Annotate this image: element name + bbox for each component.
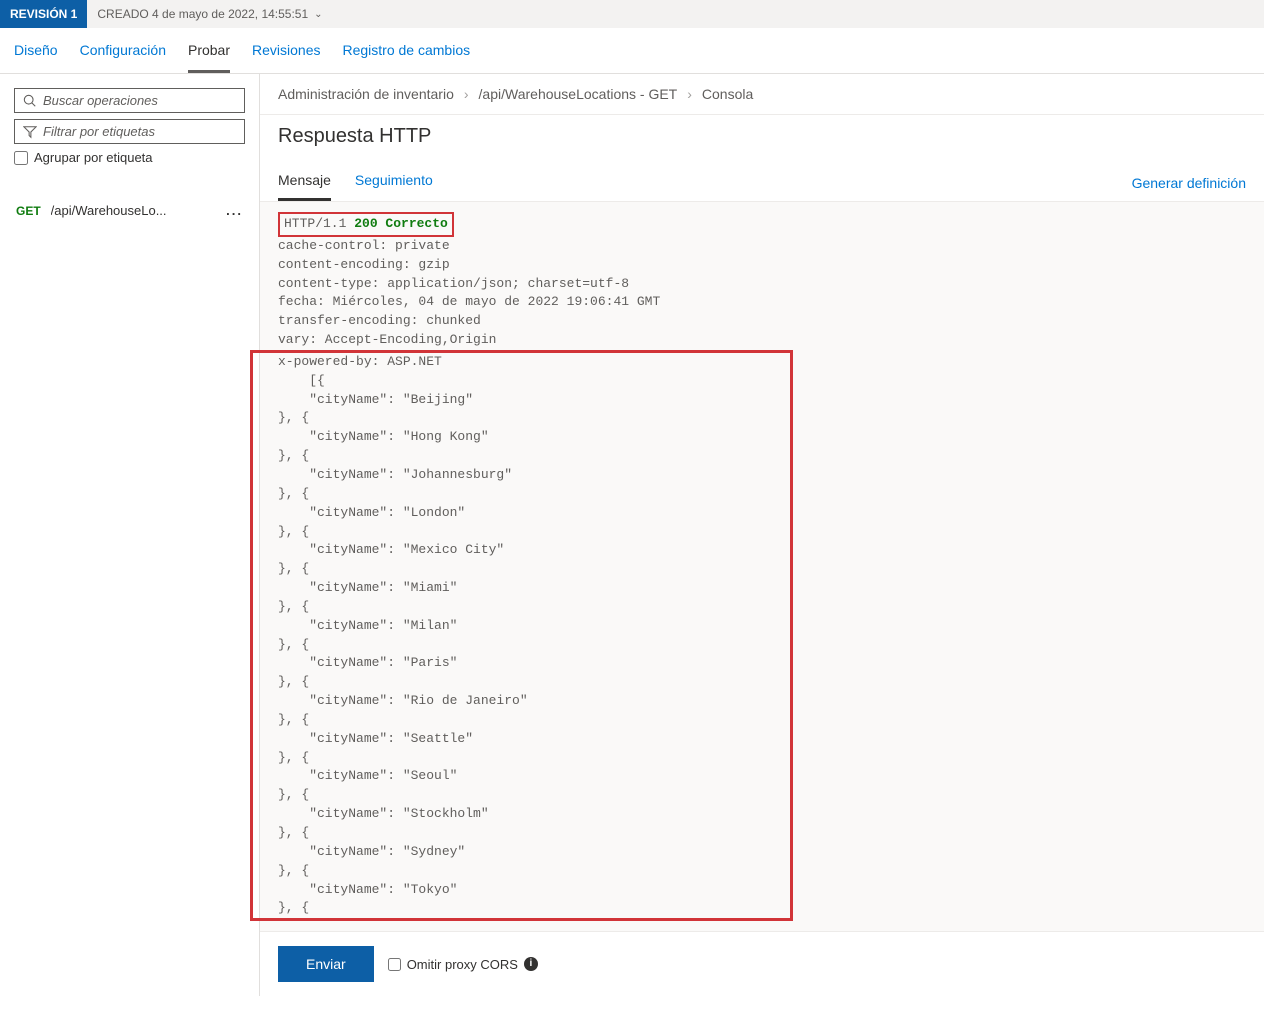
operation-method: GET [16, 204, 41, 218]
main-tabs: Diseño Configuración Probar Revisiones R… [0, 28, 1264, 74]
subtab-message[interactable]: Mensaje [278, 162, 331, 201]
cors-label: Omitir proxy CORS [407, 957, 518, 972]
breadcrumb-separator: › [464, 86, 469, 102]
send-button[interactable]: Enviar [278, 946, 374, 982]
sidebar: Buscar operaciones Filtrar por etiquetas… [0, 74, 260, 996]
revision-badge[interactable]: REVISIÓN 1 [0, 0, 87, 28]
group-by-tag-row[interactable]: Agrupar por etiqueta [14, 150, 245, 165]
breadcrumb-leaf: Consola [702, 86, 753, 102]
response-area: HTTP/1.1 200 Correcto cache-control: pri… [260, 202, 1264, 931]
search-icon [23, 94, 37, 108]
bottom-bar: Enviar Omitir proxy CORS i [260, 931, 1264, 996]
http-body-highlight: x-powered-by: ASP.NET [{ "cityName": "Be… [250, 350, 793, 921]
main-panel: Administración de inventario › /api/Ware… [260, 74, 1264, 996]
breadcrumb-api[interactable]: /api/WarehouseLocations - GET [479, 86, 678, 102]
operations-list: GET /api/WarehouseLo... ... [14, 199, 245, 222]
tab-test[interactable]: Probar [188, 28, 230, 73]
search-input[interactable]: Buscar operaciones [14, 88, 245, 113]
http-status-text: Correcto [378, 216, 448, 231]
subtab-trace[interactable]: Seguimiento [355, 162, 433, 201]
more-icon[interactable]: ... [226, 203, 243, 218]
cors-checkbox[interactable] [388, 958, 401, 971]
filter-placeholder: Filtrar por etiquetas [43, 124, 155, 139]
top-bar: REVISIÓN 1 CREADO 4 de mayo de 2022, 14:… [0, 0, 1264, 28]
operation-name: /api/WarehouseLo... [51, 203, 216, 218]
tab-changelog[interactable]: Registro de cambios [343, 28, 471, 73]
tab-config[interactable]: Configuración [80, 28, 166, 73]
generate-definition-link[interactable]: Generar definición [1132, 175, 1246, 201]
http-proto: HTTP/1.1 [284, 216, 354, 231]
created-timestamp[interactable]: CREADO 4 de mayo de 2022, 14:55:51 ⌄ [87, 7, 332, 21]
http-headers: cache-control: private content-encoding:… [278, 238, 660, 347]
http-status-line: HTTP/1.1 200 Correcto [278, 212, 454, 237]
http-body: x-powered-by: ASP.NET [{ "cityName": "Be… [278, 354, 528, 915]
group-by-tag-label: Agrupar por etiqueta [34, 150, 153, 165]
breadcrumb-root[interactable]: Administración de inventario [278, 86, 454, 102]
filter-input[interactable]: Filtrar por etiquetas [14, 119, 245, 144]
cors-row[interactable]: Omitir proxy CORS i [388, 957, 538, 972]
page-title: Respuesta HTTP [260, 115, 1264, 148]
operation-item[interactable]: GET /api/WarehouseLo... ... [14, 199, 245, 222]
group-by-tag-checkbox[interactable] [14, 151, 28, 165]
tab-revisions[interactable]: Revisiones [252, 28, 320, 73]
search-placeholder: Buscar operaciones [43, 93, 158, 108]
info-icon[interactable]: i [524, 957, 538, 971]
sub-tabs-row: Mensaje Seguimiento Generar definición [260, 162, 1264, 202]
breadcrumb: Administración de inventario › /api/Ware… [260, 74, 1264, 115]
tab-design[interactable]: Diseño [14, 28, 58, 73]
http-status-code: 200 [354, 216, 377, 231]
chevron-down-icon: ⌄ [314, 9, 322, 20]
response-text: HTTP/1.1 200 Correcto cache-control: pri… [260, 202, 1264, 931]
breadcrumb-separator: › [687, 86, 692, 102]
created-label: CREADO 4 de mayo de 2022, 14:55:51 [97, 7, 308, 21]
filter-icon [23, 125, 37, 139]
